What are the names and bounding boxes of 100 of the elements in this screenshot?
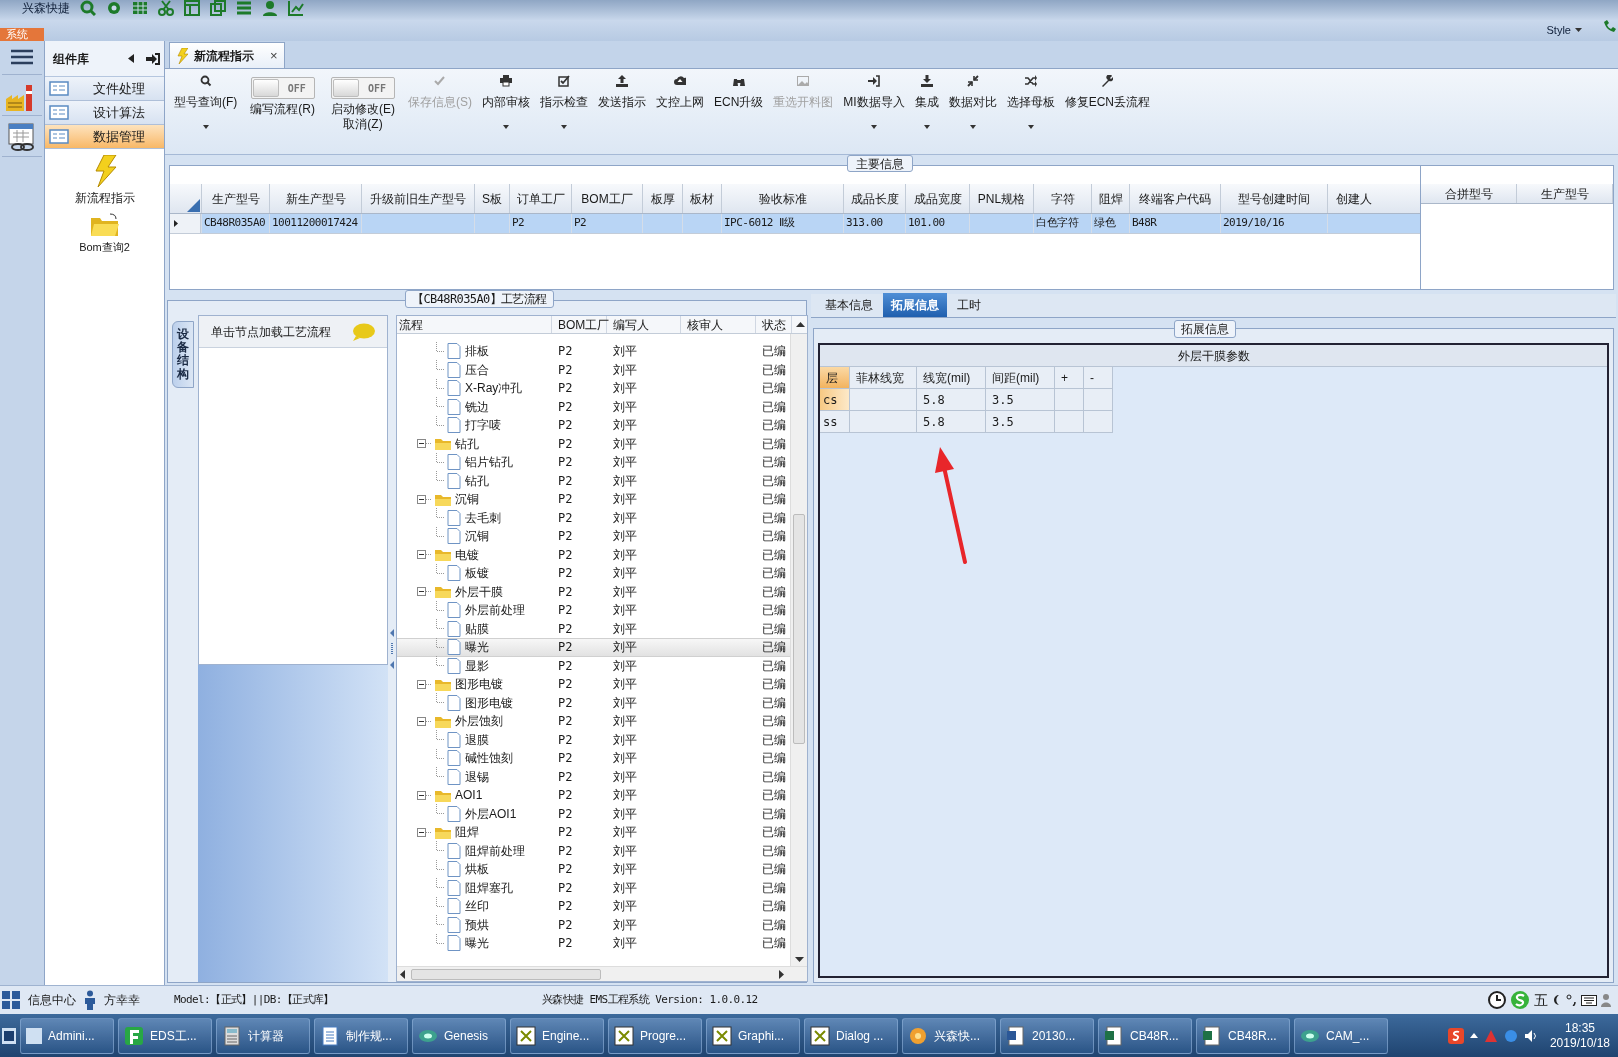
column-header[interactable]: 成品宽度 xyxy=(905,184,969,213)
tree-node-label[interactable]: 钻孔 xyxy=(465,471,489,490)
tree-row[interactable]: 钻孔 P2 刘平 已编 xyxy=(397,434,790,453)
tree-node-label[interactable]: 曝光 xyxy=(465,638,489,657)
column-header[interactable]: 板厚 xyxy=(642,184,682,213)
style-menu[interactable]: Style xyxy=(1546,21,1571,38)
taskbar-button[interactable]: Progre... xyxy=(608,1017,702,1054)
tree-row[interactable]: 图形电镀 P2 刘平 已编 xyxy=(397,675,790,694)
column-header[interactable]: - xyxy=(1084,367,1113,389)
column-header[interactable]: 字符 xyxy=(1033,184,1091,213)
tree-row[interactable]: 压合 P2 刘平 已编 xyxy=(397,360,790,379)
taskbar-button[interactable]: Engine... xyxy=(510,1017,604,1054)
tree-node-label[interactable]: 图形电镀 xyxy=(455,675,503,694)
keyboard-icon[interactable] xyxy=(1581,994,1597,1006)
toggle-button[interactable]: OFF 编写流程(R) xyxy=(244,73,321,117)
tree-row[interactable]: 丝印 P2 刘平 已编 xyxy=(397,897,790,916)
column-header[interactable]: BOM工厂 xyxy=(552,316,607,333)
tree-row[interactable]: 曝光 P2 刘平 已编 xyxy=(397,934,790,953)
tree-node-label[interactable]: 电镀 xyxy=(455,545,479,564)
row-header[interactable]: cs xyxy=(820,389,850,411)
grid-icon[interactable] xyxy=(132,0,148,16)
copy-icon[interactable] xyxy=(210,0,226,16)
tree-row[interactable]: 外层前处理 P2 刘平 已编 xyxy=(397,601,790,620)
column-header[interactable]: 新生产型号 xyxy=(269,184,361,213)
chart-icon[interactable] xyxy=(288,0,304,16)
tree-row[interactable]: 沉铜 P2 刘平 已编 xyxy=(397,527,790,546)
column-header[interactable]: BOM工厂 xyxy=(571,184,642,213)
input-method-icon[interactable] xyxy=(1509,990,1531,1010)
input-mode-text[interactable]: 五 xyxy=(1534,989,1548,1011)
arrow-left-icon[interactable] xyxy=(128,54,134,63)
tree-node-label[interactable]: 曝光 xyxy=(465,934,489,953)
tree-node-label[interactable]: 打字唛 xyxy=(465,416,501,435)
column-header[interactable]: 验收标准 xyxy=(721,184,843,213)
tree-row[interactable]: 电镀 P2 刘平 已编 xyxy=(397,545,790,564)
scrollbar-thumb[interactable] xyxy=(411,968,601,980)
tree-row[interactable]: 钻孔 P2 刘平 已编 xyxy=(397,471,790,490)
tree-node-label[interactable]: 铝片钻孔 xyxy=(465,453,513,472)
scrollbar-thumb[interactable] xyxy=(793,514,805,744)
scissors-icon[interactable] xyxy=(158,0,174,16)
column-header[interactable]: + xyxy=(1055,367,1084,389)
tree-row[interactable]: 打字唛 P2 刘平 已编 xyxy=(397,416,790,435)
tree-node-label[interactable]: 图形电镀 xyxy=(465,693,513,712)
tree-node-label[interactable]: 压合 xyxy=(465,360,489,379)
column-header[interactable]: 阻焊 xyxy=(1091,184,1129,213)
tree-node-label[interactable]: 退锡 xyxy=(465,767,489,786)
search-icon[interactable] xyxy=(80,0,96,16)
expander-icon[interactable] xyxy=(417,439,433,449)
column-header[interactable]: 菲林线宽 xyxy=(850,367,917,389)
expander-icon[interactable] xyxy=(417,550,433,560)
tree-row[interactable]: 去毛刺 P2 刘平 已编 xyxy=(397,508,790,527)
category-item[interactable]: 设计算法 xyxy=(45,101,164,125)
tree-node-label[interactable]: 碱性蚀刻 xyxy=(465,749,513,768)
launcher-item[interactable]: Bom查询2 xyxy=(45,213,164,256)
toolbar-button[interactable]: 选择母板 xyxy=(1003,73,1058,129)
tree-row[interactable]: 显影 P2 刘平 已编 xyxy=(397,656,790,675)
tree-row[interactable]: 外层干膜 P2 刘平 已编 xyxy=(397,582,790,601)
column-header[interactable]: S板 xyxy=(474,184,509,213)
column-header[interactable]: 终端客户代码 xyxy=(1129,184,1220,213)
tree-row[interactable]: 沉铜 P2 刘平 已编 xyxy=(397,490,790,509)
close-button[interactable]: × xyxy=(270,45,278,66)
taskbar-button[interactable]: CB48R... xyxy=(1196,1017,1290,1054)
column-header[interactable]: 升级前旧生产型号 xyxy=(361,184,474,213)
expander-icon[interactable] xyxy=(417,494,433,504)
tree-node-label[interactable]: 去毛刺 xyxy=(465,508,501,527)
tree-node-label[interactable]: 板镀 xyxy=(465,564,489,583)
taskbar-button[interactable]: 20130... xyxy=(1000,1017,1094,1054)
toggle-button[interactable]: OFF 启动修改(E) 取消(Z) xyxy=(325,73,401,132)
toolbar-button[interactable]: 型号查询(F) xyxy=(171,73,241,129)
expander-icon[interactable] xyxy=(417,716,433,726)
tree-row[interactable]: 图形电镀 P2 刘平 已编 xyxy=(397,693,790,712)
tree-node-label[interactable]: 显影 xyxy=(465,656,489,675)
column-header[interactable]: 生产型号 xyxy=(1517,184,1613,203)
expander-icon[interactable] xyxy=(417,827,433,837)
column-header[interactable]: 订单工厂 xyxy=(509,184,571,213)
status-text[interactable]: 信息中心 xyxy=(28,991,76,1009)
side-tab[interactable]: 设备结构 xyxy=(172,321,194,388)
column-header[interactable]: 线宽(mil) xyxy=(917,367,986,389)
expander-icon[interactable] xyxy=(417,587,433,597)
document-tab[interactable]: 新流程指示 × xyxy=(169,42,285,68)
tree-row[interactable]: 阻焊塞孔 P2 刘平 已编 xyxy=(397,878,790,897)
tree-node-label[interactable]: 烘板 xyxy=(465,860,489,879)
column-header[interactable]: 层 xyxy=(820,367,850,389)
tree-node-label[interactable]: 外层干膜 xyxy=(455,582,503,601)
tree-row[interactable]: X-Ray冲孔 P2 刘平 已编 xyxy=(397,379,790,398)
tree-node-label[interactable]: 贴膜 xyxy=(465,619,489,638)
tab[interactable]: 基本信息 xyxy=(817,293,881,317)
tree-row[interactable]: 碱性蚀刻 P2 刘平 已编 xyxy=(397,749,790,768)
toolbar-button[interactable]: 发送指示 xyxy=(595,73,649,111)
taskbar-button[interactable]: 计算器 xyxy=(216,1017,310,1054)
tree-row[interactable]: AOI1 P2 刘平 已编 xyxy=(397,786,790,805)
tree-row[interactable]: 铝片钻孔 P2 刘平 已编 xyxy=(397,453,790,472)
tree-row[interactable]: 外层蚀刻 P2 刘平 已编 xyxy=(397,712,790,731)
column-header[interactable]: 型号创建时间 xyxy=(1220,184,1327,213)
tree-node-label[interactable]: 钻孔 xyxy=(455,434,479,453)
scroll-left-icon[interactable] xyxy=(399,969,407,979)
taskbar-button[interactable]: 制作规... xyxy=(314,1017,408,1054)
input-method-icon[interactable] xyxy=(1447,1027,1464,1044)
column-header[interactable]: 板材 xyxy=(682,184,721,213)
category-item[interactable]: 文件处理 xyxy=(45,77,164,101)
toggle-switch[interactable]: OFF xyxy=(331,77,395,99)
